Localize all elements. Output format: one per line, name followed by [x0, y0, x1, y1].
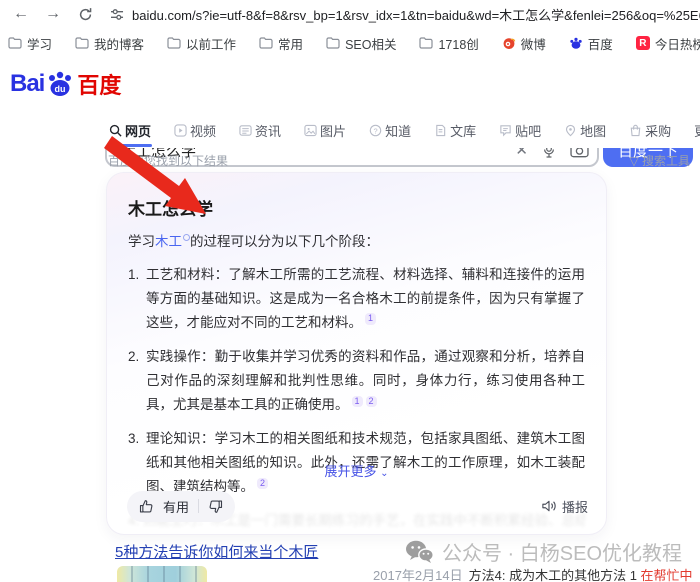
chevron-down-icon: ⌄ [380, 468, 388, 479]
tab-map[interactable]: 地图 [563, 118, 607, 149]
baidu-logo[interactable]: Bai du 百度 [10, 68, 121, 100]
search-icon [109, 124, 122, 137]
folder-icon [167, 37, 181, 49]
folder-icon [326, 37, 340, 49]
answer-intro: 学习木工的过程可以分为以下几个阶段： [128, 231, 585, 254]
svg-text:?: ? [374, 126, 378, 135]
tab-wenku[interactable]: 文库 [433, 118, 477, 149]
divider [198, 499, 199, 513]
forward-button[interactable]: → [42, 3, 64, 25]
tab-news[interactable]: 资讯 [238, 118, 282, 149]
expand-more-button[interactable]: 展开更多 ⌄ [107, 461, 606, 480]
bag-icon [629, 124, 642, 137]
bookmark-baidu[interactable]: 百度 [569, 34, 613, 53]
news-icon [239, 124, 252, 137]
address-bar[interactable]: baidu.com/s?ie=utf-8&f=8&rsv_bp=1&rsv_id… [110, 5, 700, 24]
citation-badge[interactable]: 1 [352, 396, 363, 408]
folder-icon [259, 37, 273, 49]
tab-more[interactable]: 更多 [693, 118, 700, 149]
bookmark-folder-oldwork[interactable]: 以前工作 [167, 34, 236, 53]
site-settings-icon[interactable] [110, 7, 124, 22]
tab-caigou[interactable]: 采购 [628, 118, 672, 149]
browser-toolbar: ← → baidu.com/s?ie=utf-8&f=8&rsv_bp=1&rs… [0, 0, 700, 28]
entity-link[interactable]: 木工 [155, 234, 182, 249]
tab-webpage[interactable]: 网页 [108, 118, 152, 149]
entity-search-icon[interactable] [183, 234, 190, 241]
citation-badge[interactable]: 2 [366, 396, 377, 408]
answer-actions: 有用 播报 [127, 491, 588, 521]
baidu-paw-icon: du [45, 69, 75, 99]
bookmark-folder-blog[interactable]: 我的博客 [75, 34, 144, 53]
baidu-header: Bai du 百度 ✕ 百度一下 [0, 58, 700, 118]
thumbs-down-icon[interactable] [208, 499, 223, 514]
tab-tieba[interactable]: 贴吧 [498, 118, 542, 149]
video-icon [174, 124, 187, 137]
snippet-date: 2017年2月14日 [373, 568, 463, 582]
watermark-text: 公众号 · 白杨SEO优化教程 [442, 537, 682, 566]
map-pin-icon [564, 124, 577, 137]
watermark: 公众号 · 白杨SEO优化教程 [404, 537, 682, 566]
read-aloud-button[interactable]: 播报 [541, 497, 588, 516]
reload-button[interactable] [74, 3, 96, 25]
doc-icon [434, 124, 447, 137]
search-tools-button[interactable]: ▽ 搜索工具 [629, 152, 690, 169]
image-icon [304, 124, 317, 137]
tab-zhidao[interactable]: ? 知道 [368, 118, 412, 149]
answer-title: 木工怎么学 [128, 195, 585, 220]
bookmarks-bar: 学习 我的博客 以前工作 常用 SEO相关 1718创 微博 百度 [0, 28, 700, 58]
speaker-icon [541, 499, 557, 513]
result-nav-tabs: 网页 视频 资讯 图片 ? 知道 文库 贴吧 地图 [0, 118, 700, 148]
back-button[interactable]: ← [10, 3, 32, 25]
baidu-paw-icon [569, 36, 583, 50]
bookmark-folder-common[interactable]: 常用 [259, 34, 303, 53]
folder-icon [75, 37, 89, 49]
hotlist-icon: R [636, 36, 650, 50]
folder-icon [8, 37, 22, 49]
useful-label[interactable]: 有用 [163, 497, 189, 516]
thumbs-up-icon[interactable] [139, 499, 154, 514]
snippet-highlight: 在帮忙中学习 [641, 568, 693, 582]
ai-answer-card: 木工怎么学 学习木工的过程可以分为以下几个阶段： 1. 工艺和材料：了解木工所需… [106, 172, 607, 535]
result-snippet: 2017年2月14日方法4: 成为木工的其他方法 1 在帮忙中学习，如果你想 [373, 566, 693, 582]
tab-images[interactable]: 图片 [303, 118, 347, 149]
bookmark-folder-1718[interactable]: 1718创 [419, 34, 478, 53]
list-item: 1. 工艺和材料：了解木工所需的工艺流程、材料选择、辅料和连接件的运用等方面的基… [128, 263, 585, 335]
weibo-icon [502, 36, 516, 50]
tieba-icon [499, 124, 512, 137]
wechat-icon [404, 539, 434, 565]
list-item: 2. 实践操作：勤于收集并学习优秀的资料和作品，通过观察和分析，培养自己对作品的… [128, 345, 585, 417]
tab-video[interactable]: 视频 [173, 118, 217, 149]
url-text[interactable]: baidu.com/s?ie=utf-8&f=8&rsv_bp=1&rsv_id… [132, 5, 700, 24]
results-count-text: 百度为您找到以下结果 [108, 152, 228, 169]
browser-window: ← → baidu.com/s?ie=utf-8&f=8&rsv_bp=1&rs… [0, 0, 700, 582]
result-link[interactable]: 5种方法告诉你如何来当个木匠 [115, 541, 318, 562]
bookmark-folder-xuexi[interactable]: 学习 [8, 34, 52, 53]
reload-icon [78, 7, 93, 22]
bookmark-weibo[interactable]: 微博 [502, 34, 546, 53]
folder-icon [419, 37, 433, 49]
question-icon: ? [369, 124, 382, 137]
svg-text:du: du [55, 84, 66, 94]
bookmark-folder-seo[interactable]: SEO相关 [326, 34, 396, 53]
result-thumbnail[interactable] [117, 566, 207, 582]
results-meta-row: 百度为您找到以下结果 ▽ 搜索工具 [0, 148, 700, 172]
citation-badge[interactable]: 1 [365, 313, 376, 325]
feedback-pill: 有用 [127, 491, 235, 522]
bookmark-hotlist[interactable]: R 今日热榜 [636, 34, 700, 53]
